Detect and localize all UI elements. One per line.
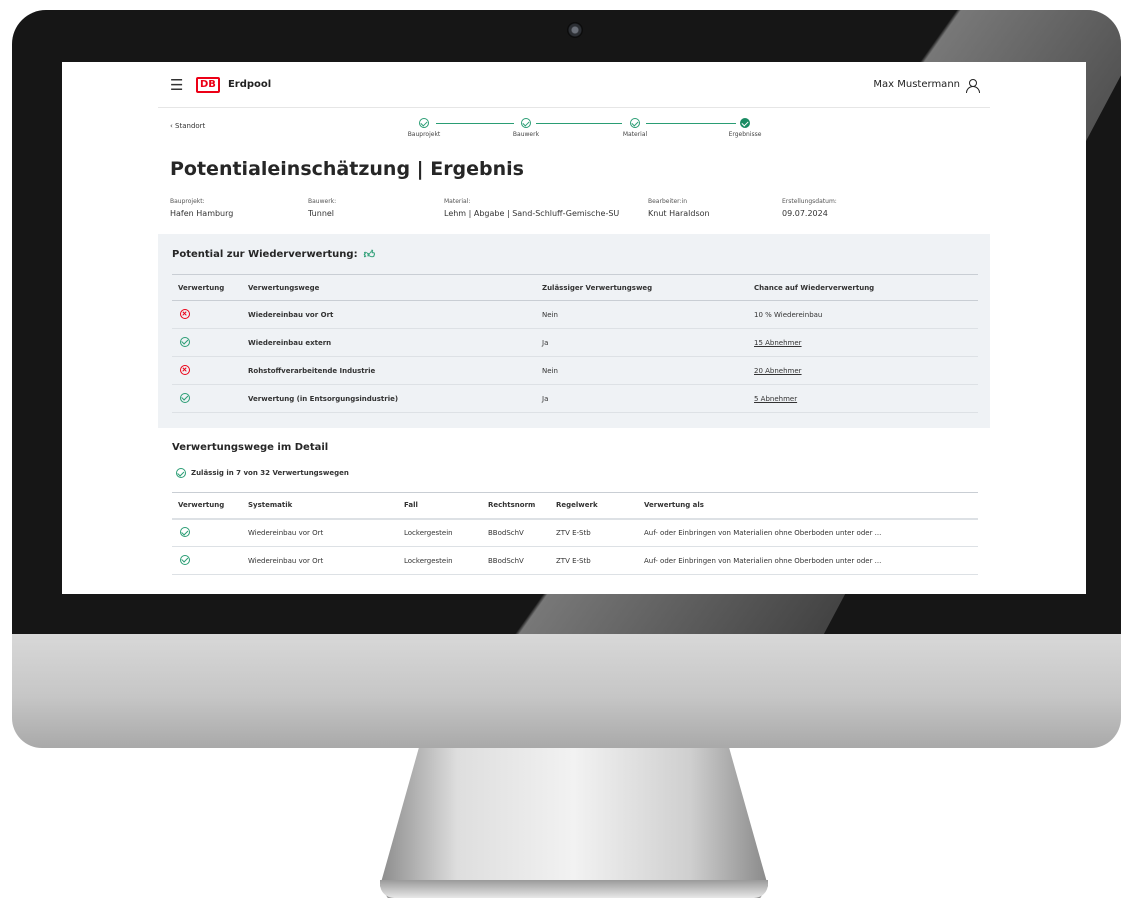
zulaessig-value: Nein xyxy=(536,356,748,385)
meta-value: 09.07.2024 xyxy=(782,209,828,218)
abnehmer-link[interactable]: 5 Abnehmer xyxy=(754,395,797,403)
meta-bauwerk: Bauwerk: Tunnel xyxy=(308,198,336,218)
column-header: Verwertung als xyxy=(638,492,978,520)
check-circle-icon xyxy=(176,468,186,478)
user-icon[interactable] xyxy=(966,78,980,93)
check-circle-icon xyxy=(521,118,531,128)
table-row: Verwertung (in Entsorgungsindustrie) Ja … xyxy=(172,384,978,413)
check-circle-icon xyxy=(180,526,190,537)
table-header-row: Verwertung Verwertungswege Zulässiger Ve… xyxy=(172,274,978,301)
meta-label: Erstellungsdatum: xyxy=(782,198,837,205)
potential-title: Potential zur Wiederverwertung: 👍︎ xyxy=(172,248,375,261)
meta-value: Tunnel xyxy=(308,209,335,218)
table-row: Wiedereinbau vor Ort Nein 10 % Wiederein… xyxy=(172,300,978,329)
table-row[interactable]: Wiedereinbau vor Ort Lockergestein BBodS… xyxy=(172,518,978,547)
check-circle-filled-icon xyxy=(740,118,750,128)
column-header: Regelwerk xyxy=(550,492,638,520)
detail-table: Verwertung Systematik Fall Rechtsnorm Re… xyxy=(172,492,978,575)
detail-title: Verwertungswege im Detail xyxy=(172,442,329,453)
allowed-summary-text: Zulässig in 7 von 32 Verwertungswegen xyxy=(191,469,349,477)
column-header: Verwertung xyxy=(172,492,242,520)
check-circle-icon xyxy=(180,392,190,403)
meta-value: Lehm | Abgabe | Sand-Schluff-Gemische-SU xyxy=(444,209,620,218)
camera-icon xyxy=(567,22,583,38)
table-row: Wiedereinbau extern Ja 15 Abnehmer xyxy=(172,328,978,357)
verwertungsweg: Wiedereinbau vor Ort xyxy=(242,300,536,329)
check-circle-icon xyxy=(419,118,429,128)
step-bauprojekt[interactable]: Bauprojekt xyxy=(389,118,459,138)
meta-label: Material: xyxy=(444,198,471,205)
abnehmer-link[interactable]: 15 Abnehmer xyxy=(754,339,802,347)
brand-name: Erdpool xyxy=(227,79,272,90)
verwertungsweg: Rohstoffverarbeitende Industrie xyxy=(242,356,536,385)
check-circle-icon xyxy=(180,336,190,347)
zulaessig-value: Ja xyxy=(536,328,748,357)
table-row[interactable]: Wiedereinbau vor Ort Lockergestein BBodS… xyxy=(172,546,978,575)
systematik: Wiedereinbau vor Ort xyxy=(242,518,398,547)
meta-label: Bauwerk: xyxy=(308,198,337,205)
column-header: Verwertungswege xyxy=(242,274,536,301)
fall: Lockergestein xyxy=(398,518,482,547)
column-header: Rechtsnorm xyxy=(482,492,550,520)
regelwerk: ZTV E-Stb xyxy=(550,518,638,547)
potential-table: Verwertung Verwertungswege Zulässiger Ve… xyxy=(172,274,978,413)
step-label: Bauprojekt xyxy=(407,131,441,138)
meta-label: Bauprojekt: xyxy=(170,198,205,205)
meta-label: Bearbeiter:in xyxy=(648,198,688,205)
systematik: Wiedereinbau vor Ort xyxy=(242,546,398,575)
verwertungsweg: Verwertung (in Entsorgungsindustrie) xyxy=(242,384,536,413)
step-label: Bauwerk xyxy=(512,131,540,138)
app: ☰ DB Erdpool Max Mustermann ‹ Standort B… xyxy=(158,62,990,594)
monitor-stand-base xyxy=(380,880,768,898)
column-header: Zulässiger Verwertungsweg xyxy=(536,274,748,301)
verwertung-als: Auf- oder Einbringen von Materialien ohn… xyxy=(638,546,978,575)
meta-bauprojekt: Bauprojekt: Hafen Hamburg xyxy=(170,198,233,218)
db-logo: DB xyxy=(196,76,220,93)
step-ergebnisse[interactable]: Ergebnisse xyxy=(710,118,780,138)
meta-material: Material: Lehm | Abgabe | Sand-Schluff-G… xyxy=(444,198,619,218)
verwertung-als: Auf- oder Einbringen von Materialien ohn… xyxy=(638,518,978,547)
top-bar: ☰ DB Erdpool Max Mustermann xyxy=(158,62,990,108)
screen: ☰ DB Erdpool Max Mustermann ‹ Standort B… xyxy=(62,62,1086,594)
meta-bearbeiter: Bearbeiter:in Knut Haraldson xyxy=(648,198,710,218)
rechtsnorm: BBodSchV xyxy=(482,518,550,547)
user-name[interactable]: Max Mustermann xyxy=(873,79,960,90)
fall: Lockergestein xyxy=(398,546,482,575)
allowed-summary: Zulässig in 7 von 32 Verwertungswegen xyxy=(176,468,349,478)
error-circle-icon xyxy=(180,308,190,319)
zulaessig-value: Nein xyxy=(536,300,748,329)
column-header: Fall xyxy=(398,492,482,520)
step-material[interactable]: Material xyxy=(600,118,670,138)
regelwerk: ZTV E-Stb xyxy=(550,546,638,575)
meta-value: Hafen Hamburg xyxy=(170,209,234,218)
progress-stepper: Bauprojekt Bauwerk Material Ergebnisse xyxy=(388,118,761,146)
step-label: Material xyxy=(622,131,648,138)
potential-panel: Potential zur Wiederverwertung: 👍︎ Verwe… xyxy=(158,234,990,428)
rechtsnorm: BBodSchV xyxy=(482,546,550,575)
potential-title-text: Potential zur Wiederverwertung: xyxy=(172,249,358,260)
check-circle-icon xyxy=(180,554,190,565)
step-bar: ‹ Standort Bauprojekt Bauwerk Material E… xyxy=(158,108,990,144)
step-bauwerk[interactable]: Bauwerk xyxy=(491,118,561,138)
menu-icon[interactable]: ☰ xyxy=(170,76,190,94)
abnehmer-link[interactable]: 20 Abnehmer xyxy=(754,367,802,375)
table-header-row: Verwertung Systematik Fall Rechtsnorm Re… xyxy=(172,492,978,520)
meta-value: Knut Haraldson xyxy=(648,209,710,218)
step-label: Ergebnisse xyxy=(728,131,762,138)
chance-value: 10 % Wiedereinbau xyxy=(748,300,978,329)
back-link-standort[interactable]: ‹ Standort xyxy=(170,122,205,130)
table-row: Rohstoffverarbeitende Industrie Nein 20 … xyxy=(172,356,978,385)
page-title: Potentialeinschätzung | Ergebnis xyxy=(170,158,524,180)
column-header: Systematik xyxy=(242,492,398,520)
error-circle-icon xyxy=(180,364,190,375)
column-header: Verwertung xyxy=(172,274,242,301)
column-header: Chance auf Wiederverwertung xyxy=(748,274,978,301)
verwertungsweg: Wiedereinbau extern xyxy=(242,328,536,357)
monitor-chin xyxy=(12,634,1121,748)
monitor-stand xyxy=(380,748,768,898)
zulaessig-value: Ja xyxy=(536,384,748,413)
check-circle-icon xyxy=(630,118,640,128)
meta-erstellungsdatum: Erstellungsdatum: 09.07.2024 xyxy=(782,198,837,218)
thumbs-up-icon: 👍︎ xyxy=(363,248,376,261)
